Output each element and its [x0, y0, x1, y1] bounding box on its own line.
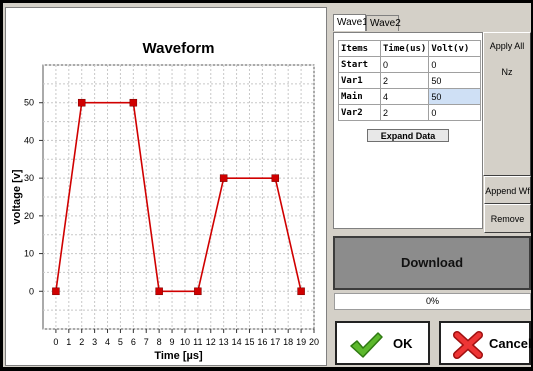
tab-wave2[interactable]: Wave2	[366, 15, 401, 31]
time-cell[interactable]: 2	[379, 104, 430, 121]
x-tick-label: 6	[131, 337, 136, 347]
x-tick-label: 8	[157, 337, 162, 347]
table-header-row: Items Time(us) Volt(v)	[338, 40, 482, 57]
expand-data-button[interactable]: Expand Data	[367, 129, 449, 142]
waveform-chart-panel: 0 1 2 3 4 5 6 7 8 9 10 11 12 13 14 15 16 17 18 19 20 0 10 20 30 4…	[5, 7, 327, 366]
volt-cell[interactable]: 0	[428, 56, 482, 73]
data-point	[194, 287, 202, 296]
table-row: Start 0 0	[338, 56, 482, 73]
data-point	[219, 174, 228, 182]
x-tick-label: 14	[232, 337, 242, 347]
time-cell[interactable]: 0	[379, 56, 430, 73]
download-progress-bar: 0%	[334, 293, 531, 310]
wave-data-table: Items Time(us) Volt(v) Start 0 0 Var1 2 …	[338, 40, 482, 121]
y-tick-label: 0	[29, 286, 34, 296]
x-tick-label: 10	[180, 337, 190, 347]
append-waveform-button[interactable]: Append Wf	[484, 176, 531, 204]
time-cell[interactable]: 4	[379, 88, 430, 105]
wave-data-panel: Items Time(us) Volt(v) Start 0 0 Var1 2 …	[333, 32, 483, 229]
y-tick-label: 10	[24, 249, 34, 259]
waveform-chart: 0 1 2 3 4 5 6 7 8 9 10 11 12 13 14 15 16 17 18 19 2001020304…	[11, 40, 319, 362]
data-point	[77, 98, 86, 107]
data-point	[297, 287, 305, 296]
x-tick-label: 20	[309, 337, 319, 347]
column-header-volt: Volt(v)	[428, 40, 482, 57]
x-tick-label: 4	[105, 337, 110, 347]
row-label: Var1	[338, 72, 381, 89]
x-tick-label: 9	[170, 337, 175, 347]
x-tick-label: 13	[219, 337, 229, 347]
x-tick-label: 3	[92, 337, 97, 347]
checkmark-icon	[349, 331, 383, 362]
y-tick-label: 50	[24, 98, 34, 108]
table-row: Main 4 50	[338, 88, 482, 105]
x-tick-label: 1	[66, 337, 71, 347]
row-label: Main	[338, 88, 381, 105]
x-tick-label: 19	[296, 337, 306, 347]
x-tick-label: 12	[206, 337, 216, 347]
y-tick-label: 20	[24, 211, 34, 221]
y-tick-label: 40	[24, 135, 34, 145]
x-tick-label: 2	[79, 337, 84, 347]
x-tick-label: 11	[193, 337, 202, 347]
x-tick-label: 17	[270, 337, 280, 347]
x-tick-label: 15	[244, 337, 254, 347]
chart-title: Waveform	[143, 40, 215, 57]
x-tick-label: 16	[257, 337, 267, 347]
volt-cell[interactable]: 0	[428, 104, 482, 121]
x-tick-label: 5	[118, 337, 123, 347]
column-header-time: Time(us)	[379, 40, 430, 57]
window-frame: 0 1 2 3 4 5 6 7 8 9 10 11 12 13 14 15 16 17 18 19 20 0 10 20 30 4…	[0, 0, 533, 371]
ok-button[interactable]: OK	[335, 321, 430, 365]
window-body: 0 1 2 3 4 5 6 7 8 9 10 11 12 13 14 15 16 17 18 19 20 0 10 20 30 4…	[3, 3, 532, 367]
progress-text: 0%	[425, 296, 439, 306]
tab-wave1[interactable]: Wave1	[333, 14, 368, 31]
x-tick-label: 7	[144, 337, 149, 347]
x-axis-label: Time [µs]	[154, 350, 203, 362]
data-point	[52, 287, 60, 296]
time-cell[interactable]: 2	[379, 72, 430, 89]
row-label: Start	[338, 56, 381, 73]
data-point	[155, 287, 163, 296]
column-header-items: Items	[338, 40, 381, 57]
volt-cell[interactable]: 50	[428, 72, 482, 89]
y-tick-label: 30	[24, 173, 34, 183]
remove-waveform-button[interactable]: Remove Wf	[484, 204, 531, 253]
x-tick-label: 0	[53, 337, 58, 347]
row-label: Var2	[338, 104, 381, 121]
download-button[interactable]: Download	[333, 236, 531, 290]
data-point	[271, 174, 280, 182]
x-cross-icon	[453, 331, 483, 362]
y-axis-label: voltage [v]	[11, 169, 23, 224]
x-tick-label: 18	[283, 337, 293, 347]
volt-cell[interactable]: 50	[428, 88, 482, 105]
table-row: Var1 2 50	[338, 72, 482, 89]
cancel-button[interactable]: Cancel	[439, 321, 532, 365]
cancel-label: Cancel	[489, 336, 532, 351]
data-point	[129, 98, 138, 107]
ok-label: OK	[393, 336, 413, 351]
table-row: Var2 2 0	[338, 104, 482, 121]
apply-all-button[interactable]: Apply All Nz	[483, 32, 531, 176]
